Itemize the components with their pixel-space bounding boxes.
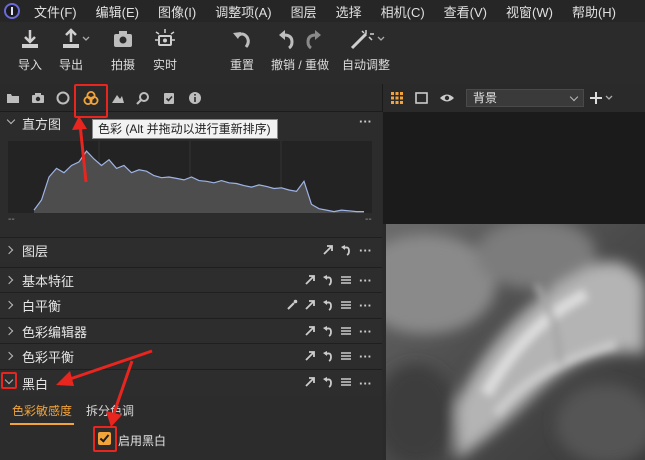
expand-icon[interactable]	[304, 350, 316, 362]
layer-select[interactable]: 背景	[466, 89, 584, 107]
annotation-arrow-up	[72, 116, 88, 183]
chevron-right-icon	[4, 351, 14, 361]
menu-select[interactable]: 选择	[336, 2, 362, 21]
histogram-left-dash: --	[8, 214, 15, 225]
bw-subtabs: 色彩敏感度 拆分色调	[0, 396, 382, 425]
reset-icon[interactable]	[322, 299, 334, 311]
clipboard-icon[interactable]	[162, 91, 176, 105]
annotation-arrow-down	[106, 360, 134, 427]
camera-tab-icon[interactable]	[31, 91, 45, 105]
histogram-title: 直方图	[22, 116, 62, 132]
section-tools	[304, 325, 352, 337]
eye-icon[interactable]	[439, 92, 455, 104]
expand-icon[interactable]	[322, 244, 334, 256]
expand-icon[interactable]	[304, 274, 316, 286]
section-layers[interactable]: 图层 ···	[0, 237, 382, 262]
menu-icon[interactable]	[340, 350, 352, 362]
section-color-editor[interactable]: 色彩编辑器 ···	[0, 318, 382, 343]
import-icon	[22, 30, 38, 48]
expand-icon[interactable]	[304, 299, 316, 311]
menu-icon[interactable]	[340, 325, 352, 337]
exposure-icon[interactable]	[111, 91, 125, 105]
reset-icon[interactable]	[322, 350, 334, 362]
menu-view[interactable]: 查看(V)	[444, 2, 487, 21]
more-icon[interactable]: ···	[359, 273, 372, 288]
menu-camera[interactable]: 相机(C)	[381, 2, 425, 21]
section-basic[interactable]: 基本特征 ···	[0, 267, 382, 292]
capture-button[interactable]: 拍摄	[111, 28, 135, 73]
export-icon	[63, 28, 90, 48]
more-icon[interactable]: ···	[359, 349, 372, 364]
undo-redo-icon	[279, 30, 321, 50]
folder-icon[interactable]	[6, 91, 20, 105]
menu-edit[interactable]: 编辑(E)	[96, 2, 139, 21]
reset-icon[interactable]	[322, 274, 334, 286]
menu-layers[interactable]: 图层	[291, 2, 317, 21]
grid-view-icon[interactable]	[391, 92, 403, 104]
enable-bw-label: 启用黑白	[118, 434, 167, 448]
tool-tabs-bar	[0, 84, 382, 112]
tab-color-sensitivity[interactable]: 色彩敏感度	[9, 402, 75, 425]
section-tools	[304, 376, 352, 388]
import-button[interactable]: 导入	[18, 28, 42, 73]
lens-icon[interactable]	[56, 91, 70, 105]
menu-icon[interactable]	[340, 274, 352, 286]
eyedropper-icon[interactable]	[286, 299, 298, 311]
live-button[interactable]: 实时	[153, 28, 177, 73]
more-icon[interactable]: ···	[359, 376, 372, 391]
reset-icon	[233, 32, 250, 48]
chevron-right-icon	[4, 326, 14, 336]
section-tools	[322, 244, 352, 256]
toolbar: 导入 导出 拍摄 实时 重置 撤销 / 重做 自动调整	[0, 22, 645, 84]
section-tools	[286, 299, 352, 311]
section-tools	[304, 350, 352, 362]
app-logo-icon[interactable]	[4, 3, 20, 19]
histogram-right-dash: --	[365, 214, 372, 225]
menu-image[interactable]: 图像(I)	[158, 2, 196, 21]
menu-file[interactable]: 文件(F)	[34, 2, 77, 21]
chevron-right-icon	[4, 245, 14, 255]
chevron-right-icon	[4, 300, 14, 310]
menu-help[interactable]: 帮助(H)	[572, 2, 616, 21]
image-viewer[interactable]	[386, 224, 645, 460]
chevron-down-icon	[6, 115, 16, 125]
tooltip: 色彩 (Alt 并拖动以进行重新排序)	[92, 119, 278, 139]
more-icon[interactable]: ···	[359, 243, 372, 258]
menu-bar: 文件(F) 编辑(E) 图像(I) 调整项(A) 图层 选择 相机(C) 查看(…	[0, 0, 645, 22]
search-icon[interactable]	[136, 91, 150, 105]
reset-icon[interactable]	[322, 376, 334, 388]
more-icon[interactable]: ···	[359, 298, 372, 313]
magic-wand-icon	[350, 30, 385, 50]
camera-icon	[114, 31, 132, 47]
section-tools	[304, 274, 352, 286]
reset-icon[interactable]	[340, 244, 352, 256]
menu-icon[interactable]	[340, 376, 352, 388]
viewer-background	[383, 112, 645, 224]
add-layer-icon[interactable]	[590, 91, 614, 105]
menu-icon[interactable]	[340, 299, 352, 311]
section-white-balance[interactable]: 白平衡 ···	[0, 292, 382, 317]
undo-redo-button[interactable]: 撤销 / 重做	[270, 28, 330, 73]
menu-adjustments[interactable]: 调整项(A)	[215, 2, 271, 21]
menu-window[interactable]: 视窗(W)	[506, 2, 553, 21]
photo-preview	[386, 224, 645, 460]
bw-chevron-highlight	[1, 372, 17, 389]
expand-icon[interactable]	[304, 376, 316, 388]
auto-adjust-button[interactable]: 自动调整	[342, 28, 390, 73]
more-icon[interactable]: ···	[359, 324, 372, 339]
export-button[interactable]: 导出	[59, 28, 90, 73]
single-view-icon[interactable]	[415, 92, 428, 104]
reset-icon[interactable]	[322, 325, 334, 337]
chevron-right-icon	[4, 275, 14, 285]
expand-icon[interactable]	[304, 325, 316, 337]
more-icon[interactable]: ···	[359, 114, 372, 129]
reset-button[interactable]: 重置	[230, 28, 254, 73]
info-icon[interactable]	[188, 91, 202, 105]
live-view-icon	[155, 29, 175, 46]
